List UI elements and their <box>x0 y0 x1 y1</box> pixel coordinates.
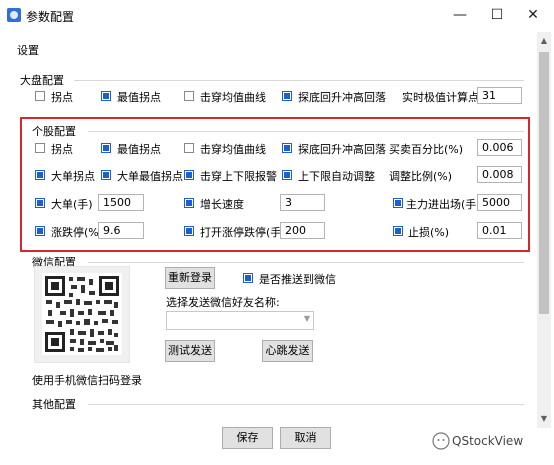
chevron-down-icon: ▼ <box>303 314 310 323</box>
scroll-up-icon[interactable]: ▲ <box>537 32 551 50</box>
friend-select-dropdown[interactable]: ▼ <box>166 311 314 330</box>
open-limit-checkbox[interactable] <box>184 226 194 236</box>
push-wechat-label: 是否推送到微信 <box>259 273 336 286</box>
limit-breach-alarm-checkbox[interactable] <box>184 170 194 180</box>
market-inflection-label: 拐点 <box>51 91 73 104</box>
big-order-extreme-checkbox[interactable] <box>101 170 111 180</box>
market-points-input[interactable]: 31 <box>477 87 522 104</box>
window-title: 参数配置 <box>26 10 75 24</box>
market-mean-curve-checkbox[interactable] <box>184 91 194 101</box>
scrollbar-thumb[interactable] <box>539 52 549 314</box>
limit-up-down-input[interactable]: 9.6 <box>98 222 144 239</box>
market-extreme-inflection-label: 最值拐点 <box>117 91 161 104</box>
limit-up-down-label: 涨跌停(%) <box>51 226 104 239</box>
adjust-ratio-label: 调整比例(%) <box>389 170 453 183</box>
main-force-checkbox[interactable] <box>393 198 403 208</box>
big-order-input[interactable]: 1500 <box>98 194 144 211</box>
limit-up-down-checkbox[interactable] <box>35 226 45 236</box>
friend-select-label: 选择发送微信好友名称: <box>166 296 280 309</box>
stock-extreme-inflection-label: 最值拐点 <box>117 143 161 156</box>
market-inflection-checkbox[interactable] <box>35 91 45 101</box>
open-limit-label: 打开涨停跌停(手) <box>200 226 286 239</box>
maximize-button[interactable]: ☐ <box>483 4 511 26</box>
growth-speed-checkbox[interactable] <box>184 198 194 208</box>
stock-bottom-top-label: 探底回升冲高回落 <box>298 143 386 156</box>
stock-extreme-inflection-checkbox[interactable] <box>101 143 111 153</box>
stock-separator <box>88 131 524 132</box>
stop-loss-input[interactable]: 0.01 <box>477 222 522 239</box>
limit-breach-alarm-label: 击穿上下限报警 <box>200 170 277 183</box>
growth-speed-label: 增长速度 <box>200 198 244 211</box>
relogin-button[interactable]: 重新登录 <box>165 267 215 289</box>
big-order-label: 大单(手) <box>51 198 93 211</box>
stop-loss-checkbox[interactable] <box>393 226 403 236</box>
scroll-down-icon[interactable]: ▼ <box>537 410 551 428</box>
limit-auto-adjust-checkbox[interactable] <box>282 170 292 180</box>
stock-bottom-top-checkbox[interactable] <box>282 143 292 153</box>
buysell-percent-input[interactable]: 0.006 <box>477 139 522 156</box>
big-order-inflection-checkbox[interactable] <box>35 170 45 180</box>
market-bottom-top-label: 探底回升冲高回落 <box>298 91 386 104</box>
push-wechat-checkbox[interactable] <box>243 273 253 283</box>
main-force-input[interactable]: 5000 <box>477 194 522 211</box>
stock-inflection-checkbox[interactable] <box>35 143 45 153</box>
stock-mean-curve-label: 击穿均值曲线 <box>200 143 266 156</box>
close-button[interactable]: ✕ <box>519 4 547 26</box>
buysell-percent-label: 买卖百分比(%) <box>389 143 464 156</box>
market-config-title: 大盘配置 <box>20 74 64 87</box>
main-force-label: 主力进出场(手) <box>406 198 481 211</box>
watermark-text: QStockView <box>452 434 524 448</box>
stock-config-title: 个股配置 <box>32 125 76 138</box>
open-limit-input[interactable]: 200 <box>280 222 325 239</box>
big-order-inflection-label: 大单拐点 <box>51 170 95 183</box>
market-extreme-inflection-checkbox[interactable] <box>101 91 111 101</box>
minimize-button[interactable]: — <box>446 4 474 26</box>
big-order-checkbox[interactable] <box>35 198 45 208</box>
big-order-extreme-label: 大单最值拐点 <box>117 170 183 183</box>
stop-loss-label: 止损(%) <box>408 226 450 239</box>
wechat-qr-code <box>42 273 122 355</box>
adjust-ratio-input[interactable]: 0.008 <box>477 166 522 183</box>
market-bottom-top-checkbox[interactable] <box>282 91 292 101</box>
market-separator <box>74 80 524 81</box>
wechat-watermark-icon <box>432 432 450 450</box>
save-button[interactable]: 保存 <box>222 427 273 449</box>
app-icon <box>7 8 21 22</box>
test-send-button[interactable]: 测试发送 <box>165 340 215 362</box>
limit-auto-adjust-label: 上下限自动调整 <box>298 170 375 183</box>
other-config-title: 其他配置 <box>32 398 76 411</box>
other-separator <box>88 404 524 405</box>
qr-caption: 使用手机微信扫码登录 <box>32 374 142 387</box>
cancel-button[interactable]: 取消 <box>280 427 331 449</box>
growth-speed-input[interactable]: 3 <box>280 194 325 211</box>
stock-mean-curve-checkbox[interactable] <box>184 143 194 153</box>
settings-label: 设置 <box>17 44 39 57</box>
heartbeat-send-button[interactable]: 心跳发送 <box>262 340 313 362</box>
stock-inflection-label: 拐点 <box>51 143 73 156</box>
market-mean-curve-label: 击穿均值曲线 <box>200 91 266 104</box>
wechat-separator <box>88 262 524 263</box>
